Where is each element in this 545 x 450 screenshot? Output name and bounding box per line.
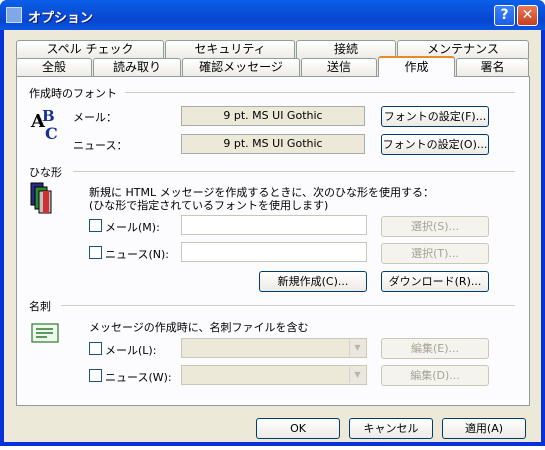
- compose-tab-panel: 作成時のフォント A B C メール： 9 pt. MS UI Gothic フ…: [16, 76, 530, 406]
- font-icon: A B C: [29, 105, 69, 143]
- select-mail-stationery-button[interactable]: 選択(S)...: [381, 216, 489, 237]
- apply-button[interactable]: 適用(A): [442, 418, 526, 439]
- stationery-icon: [29, 181, 61, 215]
- dialog-client: スペル チェック セキュリティ 接続 メンテナンス 全般 読み取り 確認メッセー…: [4, 30, 541, 442]
- stationery-description-line2: (ひな形で指定されているフォントを使用します): [89, 199, 329, 212]
- tab-receipts[interactable]: 確認メッセージ: [182, 58, 300, 77]
- news-font-display: 9 pt. MS UI Gothic: [181, 134, 365, 154]
- stationery-mail-input[interactable]: [181, 215, 367, 235]
- help-button[interactable]: ?: [494, 5, 515, 26]
- divider: [61, 305, 515, 306]
- window-title: オプション: [28, 11, 94, 26]
- mail-font-settings-button[interactable]: フォントの設定(F)...: [381, 106, 489, 127]
- business-card-description: メッセージの作成時に、名刺ファイルを含む: [89, 321, 309, 334]
- stationery-news-input[interactable]: [181, 242, 367, 262]
- chevron-down-icon[interactable]: ▼: [349, 340, 365, 356]
- download-stationery-button[interactable]: ダウンロード(R)...: [381, 271, 489, 292]
- cancel-button[interactable]: キャンセル: [349, 418, 433, 439]
- business-card-mail-label[interactable]: メール(L):: [105, 342, 156, 358]
- tab-signatures[interactable]: 署名: [456, 58, 529, 77]
- tab-send[interactable]: 送信: [301, 58, 377, 77]
- font-news-label: ニュース：: [73, 139, 128, 152]
- new-stationery-button[interactable]: 新規作成(C)...: [259, 271, 367, 292]
- title-bar[interactable]: オプション ? ✕: [0, 0, 545, 30]
- business-card-section-title: 名刺: [29, 300, 51, 313]
- svg-text:B: B: [42, 107, 55, 125]
- business-card-news-checkbox[interactable]: [89, 369, 102, 382]
- tab-spell-check[interactable]: スペル チェック: [16, 40, 164, 59]
- tab-security[interactable]: セキュリティ: [165, 40, 295, 59]
- ok-button[interactable]: OK: [256, 418, 340, 439]
- tab-general[interactable]: 全般: [16, 58, 92, 77]
- business-card-icon: [31, 321, 59, 345]
- options-dialog: オプション ? ✕ スペル チェック セキュリティ 接続 メンテナンス 全般 読…: [0, 0, 545, 446]
- font-mail-label: メール：: [73, 111, 117, 124]
- edit-news-card-button[interactable]: 編集(D)...: [381, 365, 489, 386]
- stationery-mail-label[interactable]: メール(M):: [105, 219, 160, 235]
- news-font-settings-button[interactable]: フォントの設定(O)...: [381, 134, 489, 155]
- chevron-down-icon[interactable]: ▼: [349, 367, 365, 383]
- business-card-mail-dropdown[interactable]: ▼: [181, 338, 367, 358]
- stationery-news-label[interactable]: ニュース(N):: [105, 246, 169, 262]
- svg-text:C: C: [45, 124, 58, 141]
- edit-mail-card-button[interactable]: 編集(E)...: [381, 338, 489, 359]
- font-section-title: 作成時のフォント: [29, 87, 117, 100]
- tab-compose[interactable]: 作成: [378, 56, 455, 77]
- business-card-news-dropdown[interactable]: ▼: [181, 365, 367, 385]
- tab-read[interactable]: 読み取り: [93, 58, 181, 77]
- close-button[interactable]: ✕: [517, 5, 538, 26]
- stationery-section-title: ひな形: [29, 166, 62, 179]
- mail-font-display: 9 pt. MS UI Gothic: [181, 106, 365, 126]
- stationery-mail-checkbox[interactable]: [89, 219, 102, 232]
- stationery-news-checkbox[interactable]: [89, 246, 102, 259]
- divider: [73, 171, 515, 172]
- business-card-mail-checkbox[interactable]: [89, 342, 102, 355]
- select-news-stationery-button[interactable]: 選択(T)...: [381, 243, 489, 264]
- business-card-news-label[interactable]: ニュース(W):: [105, 369, 172, 385]
- divider: [125, 92, 515, 93]
- app-icon: [6, 7, 22, 23]
